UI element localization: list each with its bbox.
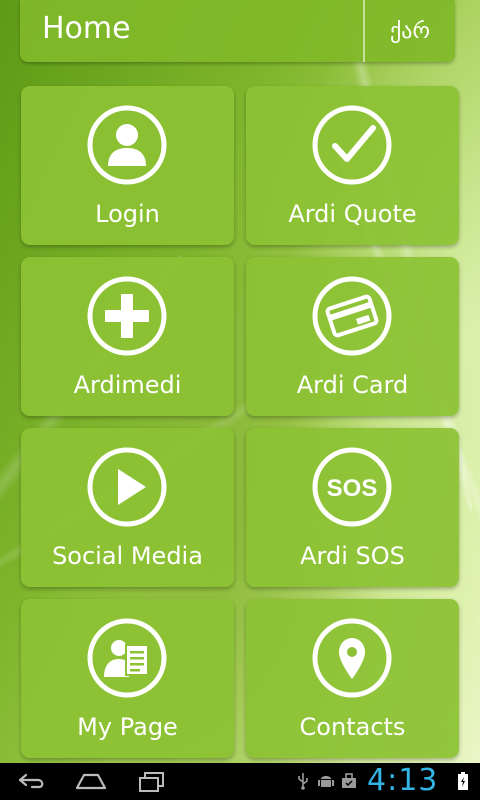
- tile-contacts[interactable]: Contacts: [246, 599, 459, 758]
- tile-label: Ardi Quote: [288, 200, 417, 228]
- sos-icon: SOS: [312, 447, 392, 527]
- user-document-icon: [87, 618, 167, 698]
- user-icon: [87, 105, 167, 185]
- recents-icon[interactable]: [137, 771, 167, 793]
- header-bar: Home ქარ: [20, 0, 455, 62]
- tile-label: My Page: [77, 713, 178, 741]
- tile-ardimedi[interactable]: Ardimedi: [21, 257, 234, 416]
- tile-login[interactable]: Login: [21, 86, 234, 245]
- language-toggle-button[interactable]: ქარ: [365, 0, 455, 62]
- play-icon: [87, 447, 167, 527]
- location-pin-icon: [312, 618, 392, 698]
- back-icon[interactable]: [16, 771, 48, 791]
- sos-icon-text: SOS: [327, 475, 378, 502]
- tile-label: Contacts: [299, 713, 406, 741]
- tile-label: Ardimedi: [73, 371, 182, 399]
- tile-label: Social Media: [52, 542, 203, 570]
- checkmark-icon: [312, 105, 392, 185]
- plus-icon: [87, 276, 167, 356]
- page-title: Home: [42, 11, 131, 46]
- briefcase-icon: [342, 773, 356, 788]
- card-icon: [312, 276, 392, 356]
- tile-social-media[interactable]: Social Media: [21, 428, 234, 587]
- tile-label: Ardi Card: [296, 371, 409, 399]
- usb-icon: [298, 773, 308, 790]
- status-clock: 4:13: [367, 763, 439, 798]
- tile-label: Ardi SOS: [300, 542, 405, 570]
- system-navigation-bar: 4:13: [0, 763, 480, 800]
- tile-label: Login: [95, 200, 160, 228]
- tile-my-page[interactable]: My Page: [21, 599, 234, 758]
- android-debug-icon: [318, 776, 334, 787]
- home-icon[interactable]: [74, 771, 108, 791]
- tile-ardi-sos[interactable]: SOS Ardi SOS: [246, 428, 459, 587]
- tile-ardi-card[interactable]: Ardi Card: [246, 257, 459, 416]
- tile-ardi-quote[interactable]: Ardi Quote: [246, 86, 459, 245]
- battery-icon: [458, 772, 468, 790]
